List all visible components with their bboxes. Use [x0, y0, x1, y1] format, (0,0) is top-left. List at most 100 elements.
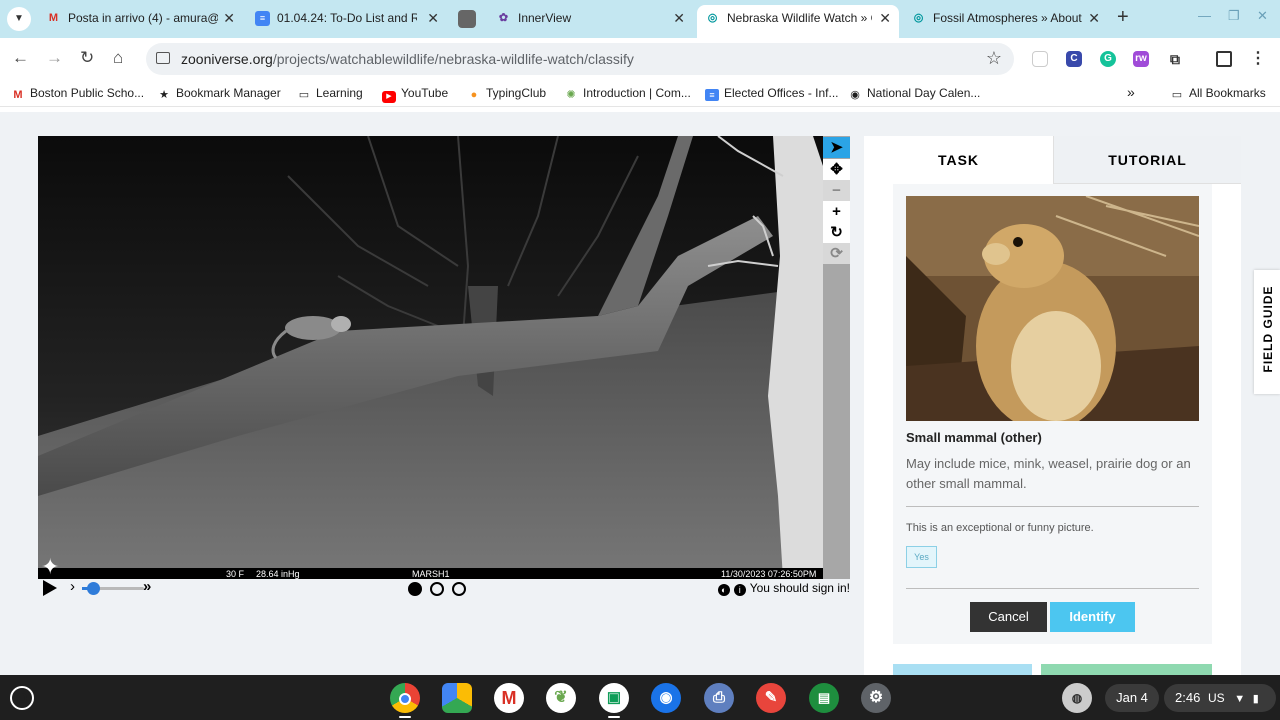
star-icon: ★	[159, 89, 169, 101]
tab-tutorial[interactable]: TUTORIAL	[1053, 136, 1241, 184]
wifi-icon: ▼	[1234, 693, 1246, 705]
identify-button[interactable]: Identify	[1050, 602, 1135, 632]
home-icon[interactable]: ⌂	[113, 48, 123, 68]
id-card-app-icon[interactable]: ▤	[809, 683, 839, 713]
more-bookmarks-chevron-icon[interactable]: »	[1127, 84, 1135, 100]
chrome-app-icon[interactable]	[390, 683, 420, 713]
subject-image-viewer[interactable]: ✦ 30 F 28.64 inHg MARSH1 11/30/2023 07:2…	[38, 136, 823, 579]
signin-text: You should sign in!	[749, 581, 850, 595]
zooniverse-icon: ◎	[707, 12, 718, 24]
bookmark-typingclub[interactable]: ● TypingClub	[467, 86, 546, 101]
frame-dot-2[interactable]	[430, 582, 444, 596]
back-arrow-icon[interactable]: ←	[12, 48, 29, 68]
date-tray[interactable]: Jan 4	[1105, 684, 1159, 712]
close-icon[interactable]: ✕	[427, 5, 439, 32]
url-host: zooniverse.org	[181, 51, 273, 67]
settings-gear-icon[interactable]: ⚙	[861, 683, 891, 713]
bookmark-manager[interactable]: ★ Bookmark Manager	[157, 86, 281, 101]
docs-icon: ≡	[255, 11, 270, 26]
tab-search-button[interactable]: ▼	[7, 7, 31, 31]
contrast-icon[interactable]: ◐	[717, 584, 730, 596]
tab-title: Posta in arrivo (4) - amura@	[68, 11, 218, 25]
new-tab-button[interactable]: +	[1117, 6, 1129, 29]
close-window-icon[interactable]: ✕	[1257, 8, 1268, 24]
trail-camera-image: ✦ 30 F 28.64 inHg MARSH1 11/30/2023 07:2…	[38, 136, 823, 579]
globe-icon: ◉	[850, 89, 860, 101]
bookmark-learning[interactable]: ▭ Learning	[297, 86, 363, 101]
tab-title: InnerView	[518, 11, 572, 25]
reload-icon[interactable]: ↻	[80, 48, 94, 68]
extensions-icon[interactable]: ⧉	[1167, 51, 1183, 67]
tab-gmail[interactable]: M Posta in arrivo (4) - amura@ ✕	[38, 5, 243, 32]
bookmark-star-icon[interactable]: ☆	[986, 48, 1002, 69]
puzzle-extension-icon[interactable]: rw	[1133, 51, 1149, 67]
avatar[interactable]: ◍	[1062, 683, 1092, 713]
rotate-icon[interactable]: ↻	[823, 222, 850, 243]
tab-nebraska-wildlife-watch[interactable]: ◎ Nebraska Wildlife Watch » C ✕	[697, 5, 899, 38]
tab-innerview[interactable]: ✿ InnerView ✕	[488, 5, 693, 32]
field-guide-button[interactable]: FIELD GUIDE	[1254, 270, 1280, 394]
site-info-icon[interactable]	[156, 52, 170, 64]
gmail-app-icon[interactable]: M	[494, 683, 524, 713]
docs-icon: ≡	[705, 89, 719, 101]
close-icon[interactable]: ✕	[879, 5, 891, 32]
zoom-out-icon[interactable]: −	[823, 180, 850, 201]
bookmark-national-day-calendar[interactable]: ◉ National Day Calen...	[848, 86, 980, 101]
url-text[interactable]: zooniverse.org/projects/watchablewildlif…	[181, 51, 634, 67]
bookmark-label: YouTube	[401, 86, 449, 100]
camera-app-icon[interactable]: ◉	[651, 683, 681, 713]
close-icon[interactable]: ✕	[673, 5, 685, 32]
frame-dot-3[interactable]	[452, 582, 466, 596]
tab-pinned[interactable]	[452, 5, 484, 32]
grammarly-extension-icon[interactable]: G	[1100, 51, 1116, 67]
close-icon[interactable]: ✕	[1088, 5, 1100, 32]
minimize-icon[interactable]: —	[1198, 8, 1211, 23]
menu-kebab-icon[interactable]: ⋮	[1250, 51, 1266, 67]
c-extension-icon[interactable]: C	[1066, 51, 1082, 67]
bookmark-label: TypingClub	[486, 86, 547, 100]
move-tool-icon[interactable]: ✥	[823, 159, 850, 180]
zoom-in-icon[interactable]: +	[823, 201, 850, 222]
speed-up-chevron-icon[interactable]: »	[143, 578, 151, 595]
tab-fossil-atmospheres[interactable]: ◎ Fossil Atmospheres » About ✕	[903, 5, 1108, 32]
side-panel-icon[interactable]	[1216, 51, 1232, 67]
yes-button[interactable]: Yes	[906, 546, 937, 568]
printer-app-icon[interactable]: ⎙	[704, 683, 734, 713]
page-content: ✦ 30 F 28.64 inHg MARSH1 11/30/2023 07:2…	[0, 112, 1280, 676]
youtube-icon: ▶	[382, 91, 396, 103]
bookmark-label: Introduction | Com...	[583, 86, 691, 100]
shield-extension-icon[interactable]	[1032, 51, 1048, 67]
bookmark-boston-public-schools[interactable]: M Boston Public Scho...	[11, 86, 144, 101]
cancel-button[interactable]: Cancel	[970, 602, 1047, 632]
bookmark-elected-offices[interactable]: ≡ Elected Offices - Inf...	[705, 86, 839, 101]
tab-docs[interactable]: ≡ 01.04.24: To-Do List and Re ✕	[247, 5, 447, 32]
playback-controls: › » ◐ i You should sign in!	[38, 578, 850, 600]
field-guide-label: FIELD GUIDE	[1261, 285, 1275, 373]
canvas-app-icon[interactable]: ✎	[756, 683, 786, 713]
forward-arrow-icon[interactable]: →	[46, 48, 63, 68]
info-icon[interactable]: i	[733, 584, 746, 596]
reset-icon[interactable]: ⟳	[823, 243, 850, 264]
all-bookmarks-button[interactable]: ▭ All Bookmarks	[1170, 86, 1266, 101]
drive-app-icon[interactable]	[442, 683, 472, 713]
introduction-icon: ✺	[566, 89, 576, 101]
launcher-icon[interactable]	[10, 686, 34, 710]
bookmark-label: Bookmark Manager	[176, 86, 281, 100]
bamboo-app-icon[interactable]: ❦	[546, 683, 576, 713]
play-icon[interactable]	[43, 580, 57, 596]
tab-task[interactable]: TASK	[864, 136, 1053, 184]
status-tray[interactable]: 2:46 US ▼ ▮	[1164, 684, 1276, 712]
close-icon[interactable]: ✕	[223, 5, 235, 32]
frame-dot-1[interactable]	[408, 582, 422, 596]
address-bar[interactable]: zooniverse.org/projects/watchablewildlif…	[146, 43, 1014, 75]
pointer-tool-icon[interactable]: ➤	[823, 137, 850, 158]
restore-icon[interactable]: ❐	[1228, 8, 1240, 24]
slow-down-chevron-icon[interactable]: ›	[70, 578, 75, 595]
classroom-app-icon[interactable]: ▣	[599, 683, 629, 713]
bookmark-youtube[interactable]: ▶ YouTube	[382, 86, 448, 103]
zooniverse-icon: ◎	[913, 12, 924, 24]
speed-slider-handle[interactable]	[87, 582, 100, 595]
tab-title: Nebraska Wildlife Watch » C	[727, 11, 872, 25]
bookmark-introduction[interactable]: ✺ Introduction | Com...	[564, 86, 691, 101]
chromeos-shelf: M ❦ ▣ ◉ ⎙ ✎ ▤ ⚙ ◍ Jan 4 2:46 US ▼ ▮	[0, 675, 1280, 720]
